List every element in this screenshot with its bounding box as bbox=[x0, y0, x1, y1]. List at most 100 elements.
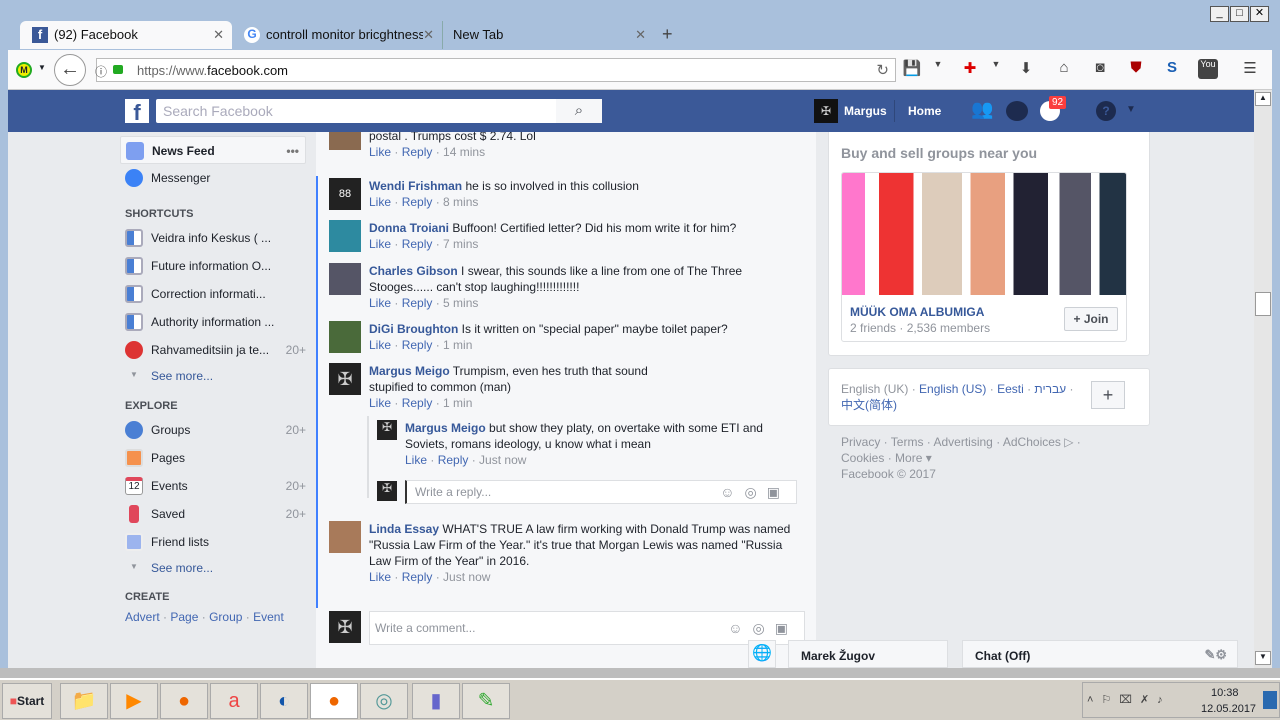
like-link[interactable]: Like bbox=[369, 145, 391, 159]
tab-new-tab[interactable]: New Tab ✕ bbox=[442, 21, 654, 49]
terms-link[interactable]: Terms bbox=[891, 435, 924, 449]
media-player-icon[interactable]: ▶ bbox=[110, 683, 158, 719]
search-icon[interactable]: ⌕ bbox=[556, 99, 602, 123]
shortcut-item[interactable]: Authority information ... bbox=[120, 308, 306, 336]
menu-icon[interactable]: ☰ bbox=[1240, 59, 1260, 79]
facebook-logo-icon[interactable]: f bbox=[125, 99, 149, 125]
create-group-link[interactable]: Group bbox=[209, 610, 242, 624]
like-link[interactable]: Like bbox=[369, 396, 391, 410]
reply-link[interactable]: Reply bbox=[402, 338, 433, 352]
close-tab-icon[interactable]: ✕ bbox=[213, 27, 224, 43]
create-event-link[interactable]: Event bbox=[253, 610, 284, 624]
commenter-name[interactable]: Wendi Frishman bbox=[369, 179, 462, 193]
timestamp[interactable]: 14 mins bbox=[443, 145, 485, 159]
back-button[interactable]: ← bbox=[54, 54, 86, 86]
s-extension-icon[interactable]: S bbox=[1162, 59, 1182, 79]
show-desktop-icon[interactable] bbox=[1263, 691, 1277, 709]
chat-tab-contact[interactable]: Marek Žugov bbox=[788, 640, 948, 668]
privacy-link[interactable]: Privacy bbox=[841, 435, 880, 449]
tab-google[interactable]: G controll monitor bricghtness ✕ bbox=[232, 21, 442, 49]
adchoices-link[interactable]: AdChoices bbox=[1003, 435, 1061, 449]
search-input[interactable]: Search Facebook ⌕ bbox=[156, 99, 602, 123]
group-name[interactable]: MÜÜK OMA ALBUMIGA bbox=[850, 305, 984, 319]
friend-requests-icon[interactable]: 👥 bbox=[971, 99, 993, 120]
ublock-icon[interactable]: ⛊ bbox=[1126, 59, 1146, 79]
more-link[interactable]: More bbox=[895, 451, 922, 465]
account-menu-icon[interactable]: ▼ bbox=[1126, 104, 1136, 115]
pocket-icon[interactable]: ◙ bbox=[1090, 59, 1110, 79]
avatar[interactable] bbox=[329, 132, 361, 150]
shortcut-item[interactable]: Veidra info Keskus ( ... bbox=[120, 224, 306, 252]
explorer-icon[interactable]: 📁 bbox=[60, 683, 108, 719]
scroll-up-button[interactable]: ▲ bbox=[1255, 92, 1271, 106]
extension-m-icon[interactable]: M bbox=[16, 62, 32, 78]
cookies-link[interactable]: Cookies bbox=[841, 451, 884, 465]
commenter-name[interactable]: Margus Meigo bbox=[405, 421, 486, 435]
home-icon[interactable]: ⌂ bbox=[1054, 59, 1074, 79]
timestamp[interactable]: 7 mins bbox=[443, 237, 478, 251]
scrollbar-thumb[interactable] bbox=[1255, 292, 1271, 316]
dropdown-icon[interactable]: ▼ bbox=[38, 63, 46, 72]
scroll-down-button[interactable]: ▼ bbox=[1255, 651, 1271, 665]
advertising-link[interactable]: Advertising bbox=[933, 435, 992, 449]
avatar[interactable] bbox=[329, 263, 361, 295]
tray-icons[interactable]: ˄⚐⌧✗♪ bbox=[1087, 693, 1171, 706]
reply-link[interactable]: Reply bbox=[438, 453, 469, 467]
nav-saved[interactable]: Saved 20+ bbox=[120, 500, 306, 528]
home-link[interactable]: Home bbox=[908, 104, 941, 118]
profile-link[interactable]: Margus bbox=[844, 104, 887, 118]
language-link[interactable]: English (US) bbox=[919, 382, 986, 396]
youtube-icon[interactable]: You bbox=[1198, 59, 1218, 79]
candle-app-icon[interactable]: ▮ bbox=[412, 683, 460, 719]
timestamp[interactable]: 5 mins bbox=[443, 296, 478, 310]
comment-input[interactable]: Write a comment... ☺◎▣ bbox=[369, 611, 805, 645]
first-aid-icon[interactable]: ✚ bbox=[960, 59, 980, 79]
language-link[interactable]: 中文(简体) bbox=[841, 398, 897, 412]
like-link[interactable]: Like bbox=[369, 296, 391, 310]
notepad-app-icon[interactable]: ✎ bbox=[462, 683, 510, 719]
shortcut-item[interactable]: Rahvameditsiin ja te... 20+ bbox=[120, 336, 306, 364]
reply-link[interactable]: Reply bbox=[402, 570, 433, 584]
timestamp[interactable]: 8 mins bbox=[443, 195, 478, 209]
avatar[interactable] bbox=[329, 321, 361, 353]
reply-input[interactable]: Write a reply... ☺◎▣ bbox=[405, 480, 797, 504]
nav-news-feed[interactable]: News Feed ••• bbox=[120, 136, 306, 164]
reply-link[interactable]: Reply bbox=[402, 296, 433, 310]
download-icon[interactable]: ⬇ bbox=[1016, 59, 1036, 79]
globe-icon[interactable]: 🌐 bbox=[748, 640, 776, 668]
tab-facebook[interactable]: f (92) Facebook ✕ bbox=[20, 21, 232, 49]
like-link[interactable]: Like bbox=[405, 453, 427, 467]
close-window-button[interactable]: ✕ bbox=[1250, 6, 1269, 22]
save-icon[interactable]: 💾 bbox=[902, 59, 922, 79]
commenter-name[interactable]: Linda Essay bbox=[369, 522, 439, 536]
new-tab-button[interactable]: + bbox=[662, 24, 673, 45]
messenger-icon[interactable] bbox=[1006, 101, 1028, 121]
shortcut-item[interactable]: Correction informati... bbox=[120, 280, 306, 308]
clock-time[interactable]: 10:38 bbox=[1211, 687, 1239, 699]
user-avatar[interactable]: ✠ bbox=[814, 99, 838, 123]
create-advert-link[interactable]: Advert bbox=[125, 610, 160, 624]
url-bar[interactable]: ⓘ https://www.facebook.com ↻ bbox=[95, 58, 896, 82]
reply-link[interactable]: Reply bbox=[402, 195, 433, 209]
timestamp[interactable]: Just now bbox=[479, 453, 526, 467]
close-tab-icon[interactable]: ✕ bbox=[423, 27, 434, 43]
nav-friend-lists[interactable]: Friend lists bbox=[120, 528, 306, 556]
avatar[interactable] bbox=[329, 220, 361, 252]
timestamp[interactable]: Just now bbox=[443, 570, 490, 584]
scrollbar[interactable]: ▲ ▼ bbox=[1254, 90, 1272, 668]
nav-messenger[interactable]: Messenger bbox=[120, 164, 306, 192]
close-tab-icon[interactable]: ✕ bbox=[635, 27, 646, 43]
timestamp[interactable]: 1 min bbox=[443, 338, 472, 352]
like-link[interactable]: Like bbox=[369, 237, 391, 251]
commenter-name[interactable]: Charles Gibson bbox=[369, 264, 458, 278]
firefox-active-icon[interactable]: ● bbox=[310, 683, 358, 719]
avatar[interactable]: 88 bbox=[329, 178, 361, 210]
emoji-camera-sticker-icons[interactable]: ☺◎▣ bbox=[728, 620, 798, 637]
create-page-link[interactable]: Page bbox=[170, 610, 198, 624]
info-icon[interactable]: ⓘ bbox=[95, 63, 107, 80]
maximize-button[interactable]: □ bbox=[1230, 6, 1249, 22]
commenter-name[interactable]: Donna Troiani bbox=[369, 221, 449, 235]
reply-link[interactable]: Reply bbox=[402, 396, 433, 410]
language-link[interactable]: Eesti bbox=[997, 382, 1024, 396]
start-button[interactable]: ■Start bbox=[2, 683, 52, 719]
